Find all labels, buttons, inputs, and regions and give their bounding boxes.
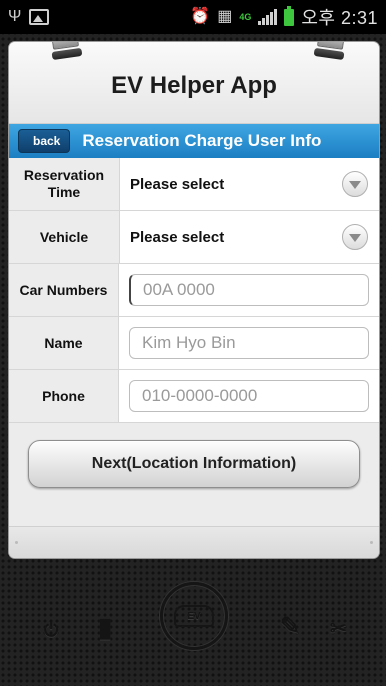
form-row-reservation-time: Reservation Time Please select	[9, 158, 379, 211]
form-row-car-numbers: Car Numbers	[9, 264, 379, 317]
charger-plug-icon: ⏻	[44, 620, 59, 640]
ev-logo-icon: EV	[160, 582, 228, 650]
next-location-button[interactable]: Next(Location Information)	[28, 440, 360, 488]
battery-deco-icon: ▮	[98, 612, 113, 642]
phone-field-wrap	[119, 370, 379, 422]
form-row-phone: Phone	[9, 370, 379, 423]
card-footer	[9, 526, 379, 558]
name-label: Name	[9, 317, 119, 369]
car-numbers-label: Car Numbers	[9, 264, 119, 316]
back-button[interactable]: back	[18, 129, 71, 153]
signal-strength-icon	[258, 9, 278, 25]
vehicle-label: Vehicle	[9, 211, 120, 263]
form-row-name: Name	[9, 317, 379, 370]
network-4g-icon: 4G	[239, 11, 252, 22]
app-header: EV Helper App	[9, 42, 379, 124]
pin-dot	[370, 541, 373, 544]
vehicle-value: Please select	[130, 228, 225, 246]
phone-label: Phone	[9, 370, 119, 422]
car-numbers-input[interactable]	[129, 274, 369, 306]
vehicle-select[interactable]: Please select	[120, 211, 379, 263]
nav-bar: back Reservation Charge User Info	[9, 124, 379, 158]
main-card: EV Helper App back Reservation Charge Us…	[9, 42, 379, 558]
binder-clip-icon	[313, 42, 346, 62]
wrench-icon: ✎	[280, 613, 301, 640]
image-notification-icon	[29, 9, 50, 25]
chevron-down-icon[interactable]	[342, 224, 368, 250]
name-input[interactable]	[129, 327, 369, 359]
status-bar: Ψ ⏰ ▦ 4G 오후 2:31	[0, 0, 386, 34]
reservation-time-value: Please select	[130, 175, 225, 193]
car-numbers-field-wrap	[119, 264, 379, 316]
phone-input[interactable]	[129, 380, 369, 412]
pin-dot	[15, 541, 18, 544]
tools-icon: ✂	[330, 618, 347, 640]
binder-clip-icon	[49, 42, 83, 62]
alarm-icon: ⏰	[190, 8, 211, 25]
chevron-down-icon[interactable]	[342, 171, 368, 197]
name-field-wrap	[119, 317, 379, 369]
button-area: Next(Location Information)	[9, 423, 379, 505]
usb-icon: Ψ	[8, 8, 22, 25]
ev-logo-label: EV	[174, 605, 214, 627]
page-title: Reservation Charge User Info	[82, 131, 322, 150]
reservation-time-select[interactable]: Please select	[120, 158, 379, 210]
calendar-icon: ▦	[217, 8, 233, 25]
battery-icon	[284, 5, 295, 26]
app-title: EV Helper App	[111, 71, 277, 99]
status-time: 오후 2:31	[301, 8, 378, 28]
form-row-vehicle: Vehicle Please select	[9, 211, 379, 264]
reservation-time-label: Reservation Time	[9, 158, 120, 210]
reservation-form: Reservation Time Please select Vehicle P…	[9, 158, 379, 423]
